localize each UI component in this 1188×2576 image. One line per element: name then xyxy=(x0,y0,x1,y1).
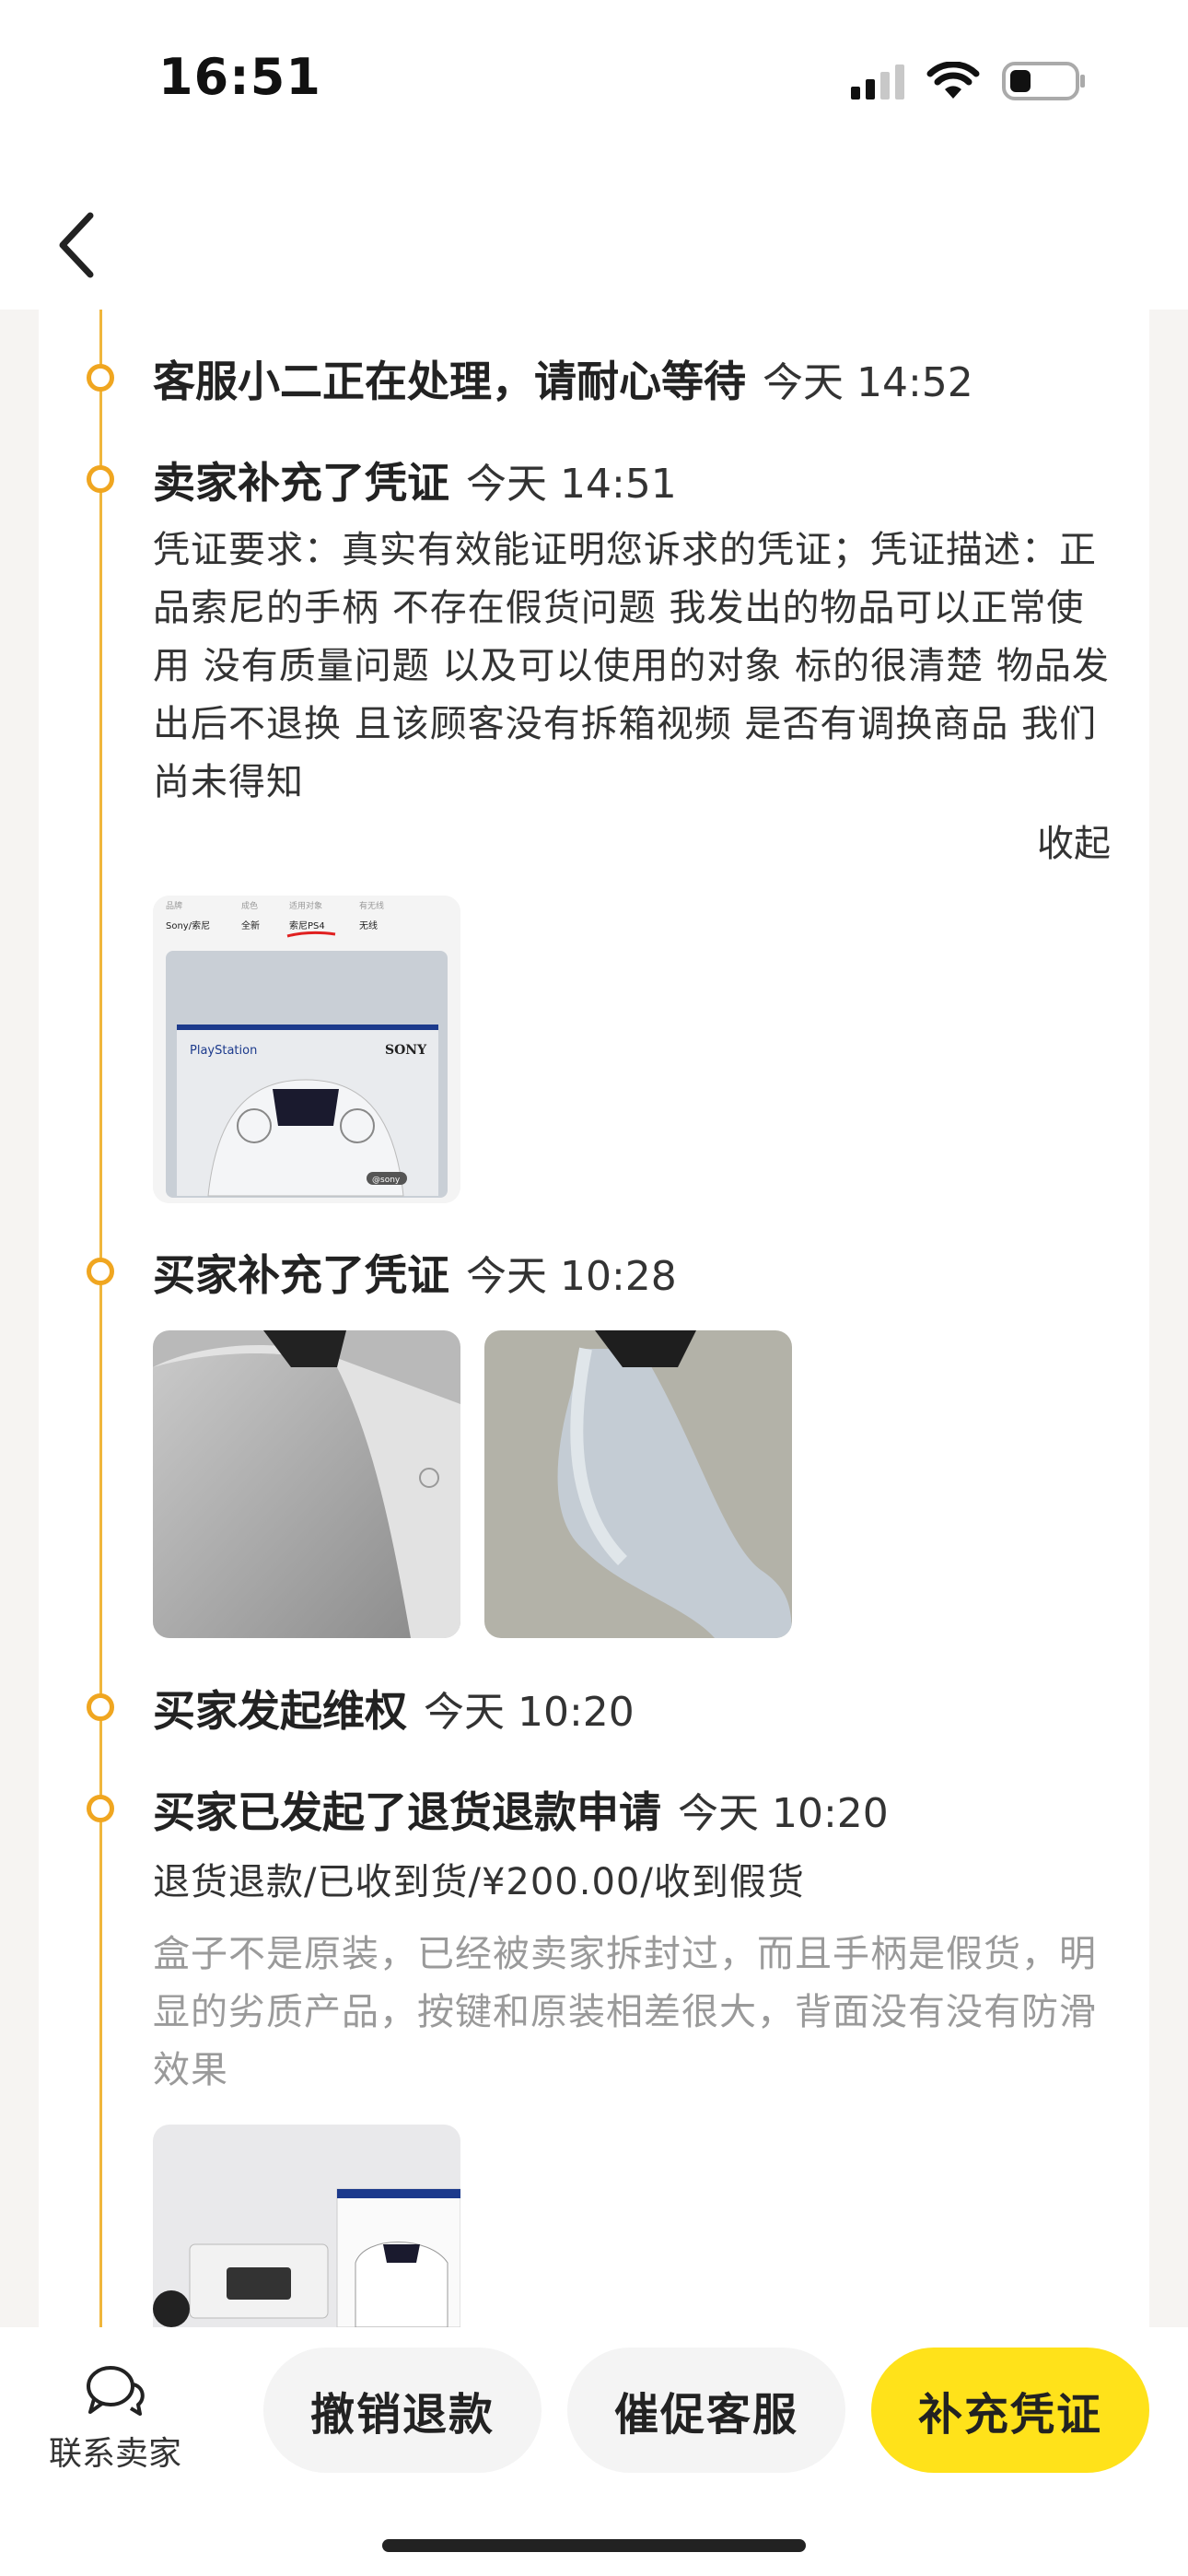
timeline-line xyxy=(99,310,102,2327)
home-indicator xyxy=(382,2539,806,2552)
timeline-dot xyxy=(87,1258,114,1285)
battery-icon xyxy=(1002,61,1087,101)
timeline-dot xyxy=(87,1795,114,1822)
image-attr-value: 全新 xyxy=(241,919,260,931)
image-attr-value: Sony/索尼 xyxy=(166,919,210,931)
timeline-dot xyxy=(87,364,114,392)
event-title: 买家已发起了退货退款申请 今天 10:20 xyxy=(153,1779,889,1840)
contact-seller-label: 联系卖家 xyxy=(48,2435,181,2473)
cancel-refund-button[interactable]: 撤销退款 xyxy=(263,2348,542,2473)
image-attr-header: 品牌 xyxy=(166,900,182,911)
event-time: 今天 10:20 xyxy=(424,1689,635,1736)
image-tag: @sony xyxy=(372,1176,401,1185)
refund-reason: 盒子不是原装，已经被卖家拆封过，而且手柄是假货，明显的劣质产品，按键和原装相差很… xyxy=(153,1933,1097,2091)
event-title-text: 买家补充了凭证 xyxy=(153,1250,449,1300)
status-bar: 16:51 xyxy=(0,0,1188,157)
event-title: 买家发起维权 今天 10:20 xyxy=(153,1678,635,1739)
refund-evidence-image[interactable] xyxy=(153,2125,460,2327)
timeline-dot xyxy=(87,465,114,493)
timeline-dot xyxy=(87,1693,114,1721)
nav-bar xyxy=(0,157,1188,311)
seller-evidence-image[interactable]: 品牌 成色 适用对象 有无线 Sony/索尼 全新 索尼PS4 无线 PlayS… xyxy=(153,896,460,1203)
image-attr-header: 成色 xyxy=(241,900,258,911)
event-time: 今天 14:52 xyxy=(763,359,973,406)
seller-evidence-description: 凭证要求：真实有效能证明您诉求的凭证；凭证描述：正品索尼的手柄 不存在假货问题 … xyxy=(153,529,1110,803)
image-attr-header: 有无线 xyxy=(359,900,384,911)
status-time: 16:51 xyxy=(158,48,321,106)
event-title-text: 买家发起维权 xyxy=(153,1686,407,1736)
event-time: 今天 10:28 xyxy=(466,1253,677,1300)
image-brand-left: PlayStation xyxy=(190,1044,257,1058)
cellular-signal-icon xyxy=(851,63,904,100)
buyer-evidence-image[interactable] xyxy=(153,1330,460,1638)
chevron-left-icon xyxy=(59,212,94,278)
wifi-icon xyxy=(926,62,980,100)
supplement-evidence-button[interactable]: 补充凭证 xyxy=(871,2348,1149,2473)
image-attr-value: 无线 xyxy=(359,919,378,931)
event-title-text: 买家已发起了退货退款申请 xyxy=(153,1787,661,1837)
event-title: 买家补充了凭证 今天 10:28 xyxy=(153,1242,677,1303)
chat-icon xyxy=(87,2366,145,2416)
event-title-text: 客服小二正在处理，请耐心等待 xyxy=(153,357,746,406)
collapse-link[interactable]: 收起 xyxy=(1037,814,1111,867)
event-title-text: 卖家补充了凭证 xyxy=(153,458,449,508)
event-title: 客服小二正在处理，请耐心等待 今天 14:52 xyxy=(153,348,973,409)
event-time: 今天 10:20 xyxy=(678,1790,889,1837)
image-attr-header: 适用对象 xyxy=(289,900,322,911)
status-icons xyxy=(851,61,1087,101)
event-title: 卖家补充了凭证 今天 14:51 xyxy=(153,450,677,510)
contact-seller-button[interactable]: 联系卖家 xyxy=(46,2362,184,2475)
buyer-evidence-image[interactable] xyxy=(484,1330,792,1638)
urge-service-button[interactable]: 催促客服 xyxy=(567,2348,845,2473)
event-time: 今天 14:51 xyxy=(466,461,677,508)
image-attr-value: 索尼PS4 xyxy=(289,919,325,931)
refund-summary: 退货退款/已收到货/¥200.00/收到假货 xyxy=(153,1861,805,1903)
image-brand-right: SONY xyxy=(385,1043,427,1058)
back-button[interactable] xyxy=(53,208,109,282)
